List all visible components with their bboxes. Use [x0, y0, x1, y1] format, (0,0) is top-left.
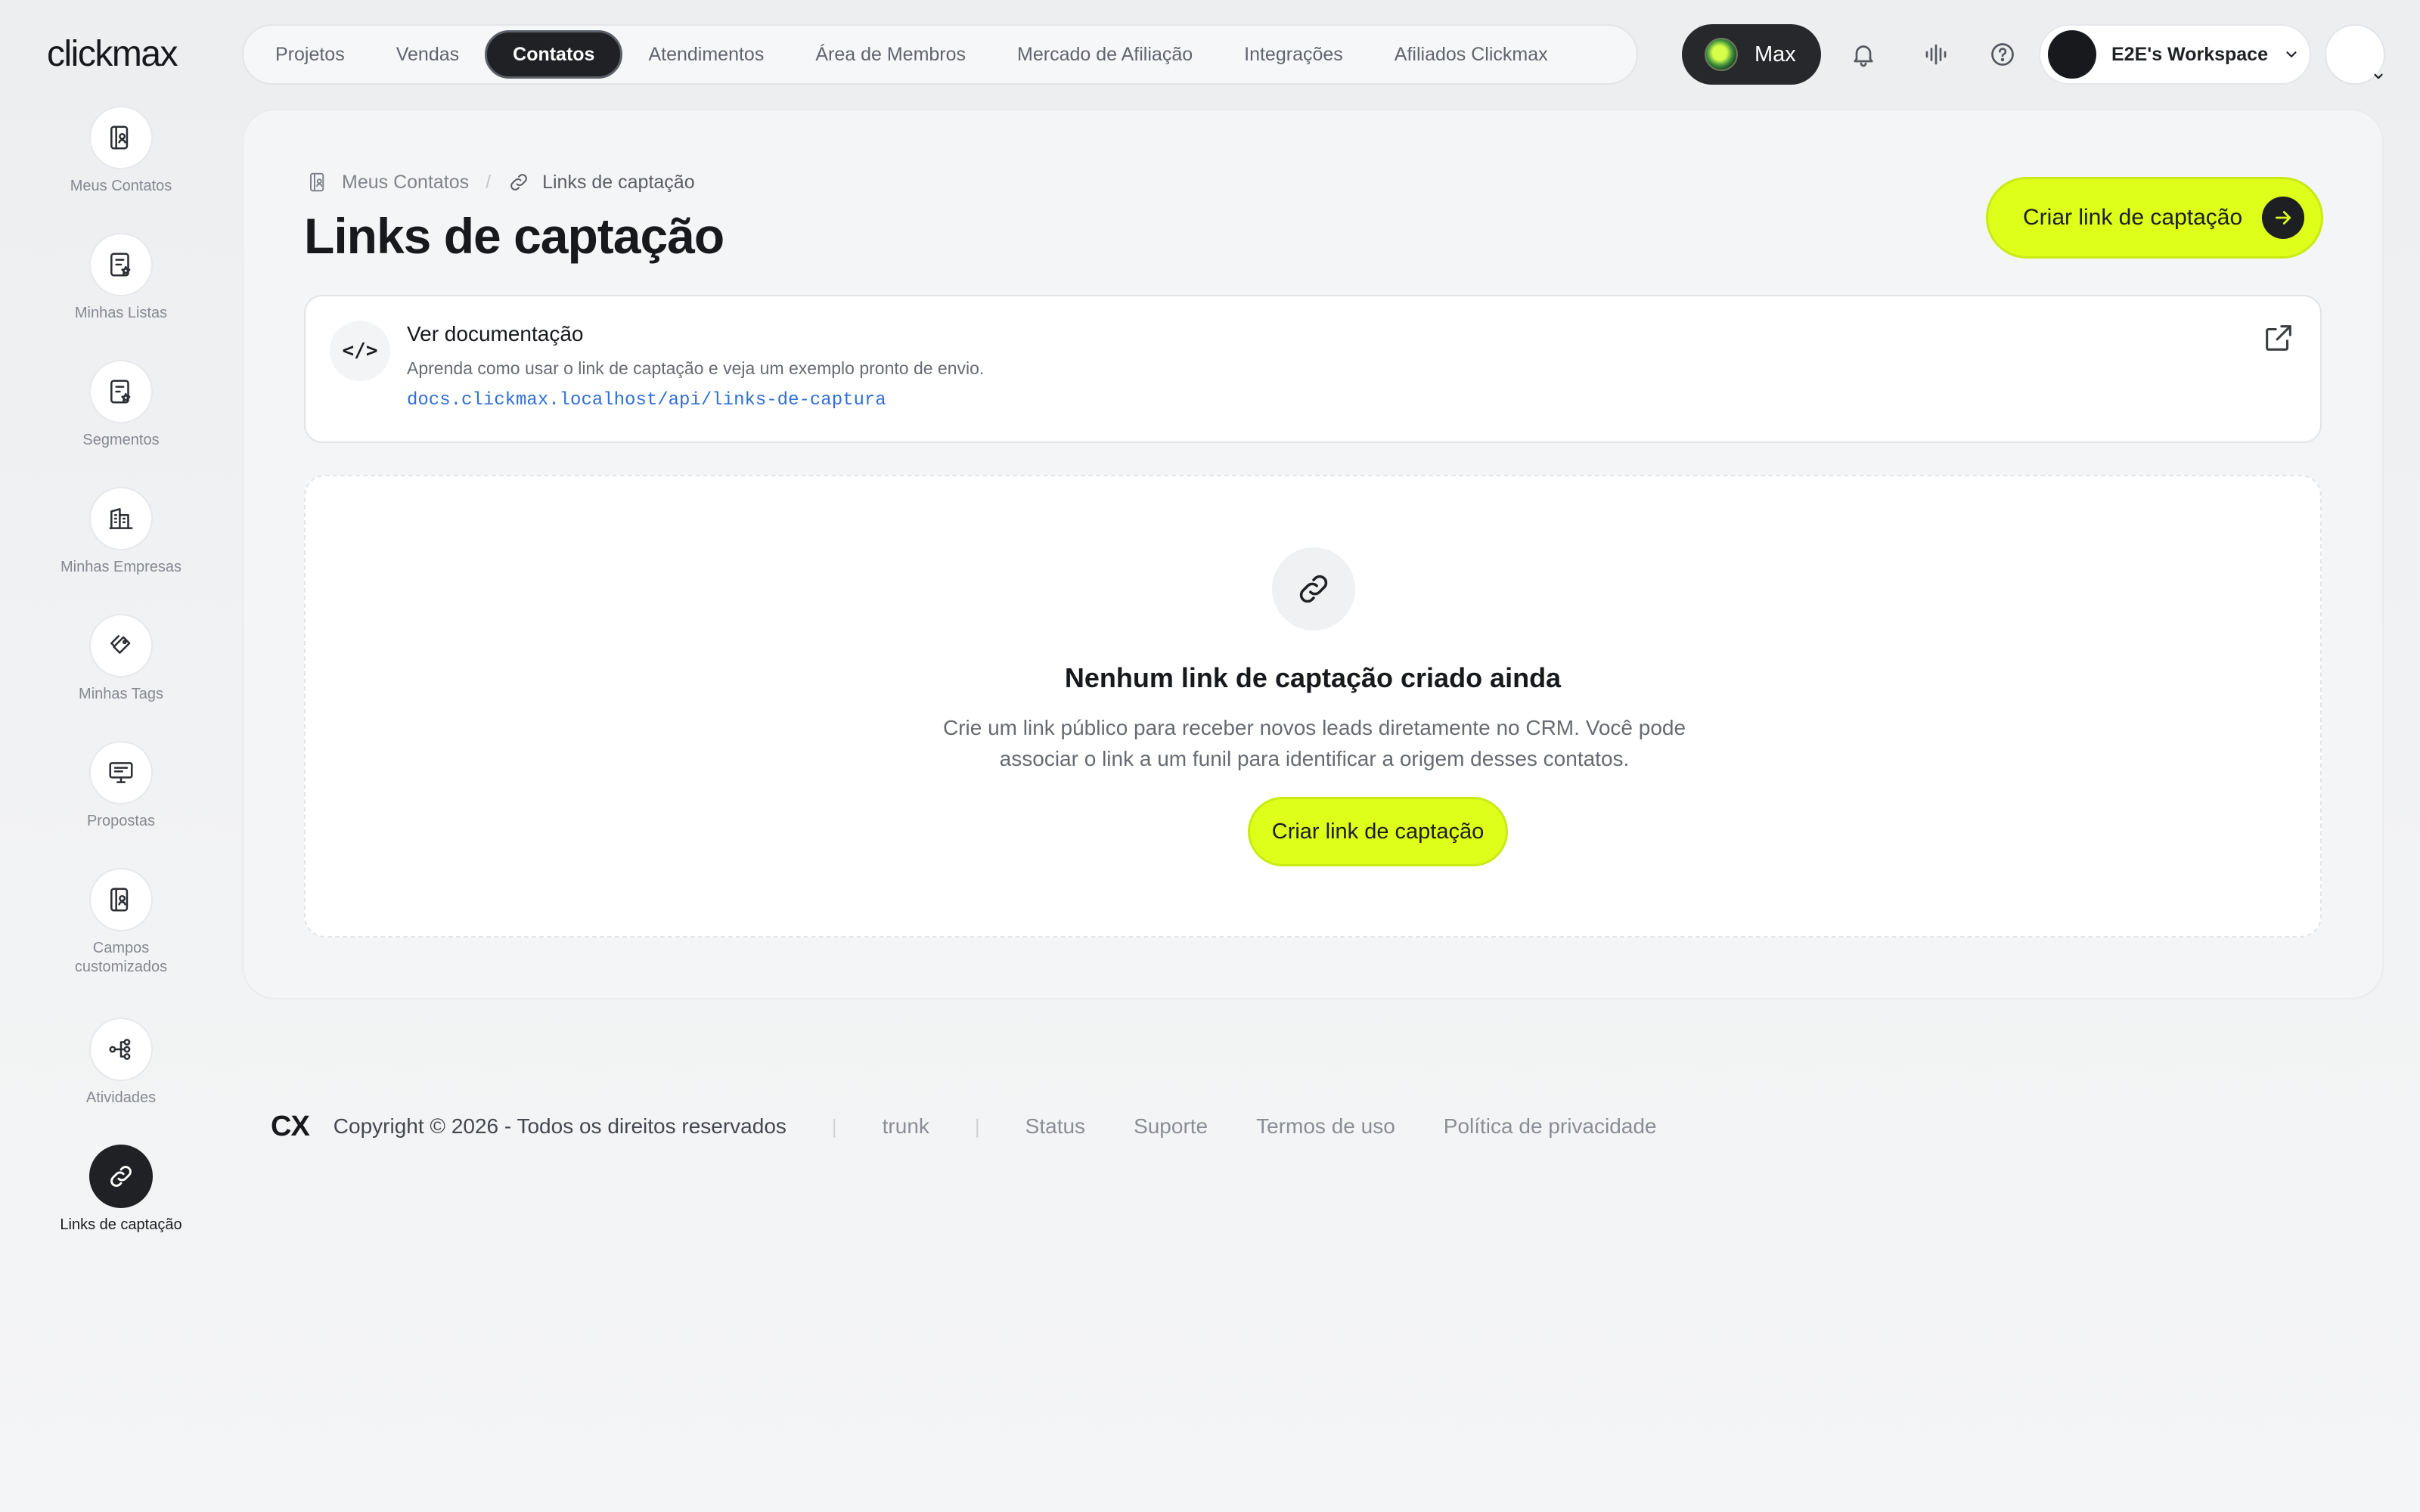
sidebar-item-label: Minhas Tags [79, 686, 163, 702]
sidebar-item-label: Meus Contatos [70, 178, 172, 194]
sidebar-item-label: Propostas [86, 813, 156, 829]
contacts-book-icon [89, 106, 153, 169]
bell-icon[interactable] [1847, 38, 1880, 71]
nav-item-vendas[interactable]: Vendas [371, 30, 485, 79]
footer-link-privacidade[interactable]: Política de privacidade [1444, 1114, 1657, 1139]
sidebar-item-minhas-empresas[interactable]: Minhas Empresas [0, 487, 242, 577]
nav-item-atendimentos[interactable]: Atendimentos [622, 30, 790, 79]
documentation-card[interactable]: </> Ver documentação Aprenda como usar o… [304, 295, 2322, 443]
tag-icon [89, 614, 153, 677]
segment-icon [89, 360, 153, 423]
empty-state: Nenhum link de captação criado ainda Cri… [304, 475, 2322, 937]
nav-item-integracoes[interactable]: Integrações [1218, 30, 1369, 79]
footer-logo: CX [271, 1110, 310, 1142]
main-panel: Meus Contatos / Links de captação Links … [242, 109, 2384, 999]
footer-divider: | [974, 1114, 980, 1138]
empty-state-title: Nenhum link de captação criado ainda [1064, 662, 1562, 693]
footer-link-suporte[interactable]: Suporte [1134, 1114, 1208, 1139]
workspace-switcher[interactable]: E2E's Workspace [2039, 24, 2311, 85]
sidebar-item-propostas[interactable]: Propostas [0, 741, 242, 831]
sidebar-item-label: Minhas Empresas [60, 559, 182, 575]
app-logo[interactable]: clickmax [47, 33, 178, 75]
sidebar-item-minhas-tags[interactable]: Minhas Tags [0, 614, 242, 704]
top-navigation: Projetos Vendas Contatos Atendimentos Ár… [242, 24, 1638, 85]
external-link-icon[interactable] [2261, 321, 2296, 359]
sidebar-item-label: Campos customizados [74, 940, 168, 975]
audio-wave-icon[interactable] [1919, 38, 1953, 71]
breadcrumb-parent[interactable]: Meus Contatos [342, 172, 469, 194]
sidebar-item-links-de-captacao[interactable]: Links de captação [0, 1145, 242, 1235]
sidebar-item-label: Atividades [85, 1089, 157, 1106]
max-orb-icon [1705, 38, 1738, 71]
link-icon [89, 1145, 153, 1208]
contacts-book-icon [310, 172, 324, 192]
footer-divider: | [831, 1114, 837, 1138]
nav-item-area-de-membros[interactable]: Área de Membros [790, 30, 991, 79]
footer-link-status[interactable]: Status [1025, 1114, 1085, 1139]
sidebar-item-label: Segmentos [82, 432, 160, 448]
footer: CX Copyright © 2026 - Todos os direitos … [271, 1110, 1705, 1143]
max-label: Max [1754, 42, 1796, 67]
create-link-button[interactable]: Criar link de captação [1986, 177, 2323, 259]
nav-item-contatos[interactable]: Contatos [485, 30, 623, 79]
max-assistant-button[interactable]: Max [1682, 24, 1821, 85]
sidebar-item-atividades[interactable]: Atividades [0, 1018, 242, 1108]
user-avatar[interactable] [2325, 24, 2385, 85]
sidebar-item-meus-contatos[interactable]: Meus Contatos [0, 106, 242, 196]
sidebar-item-minhas-listas[interactable]: Minhas Listas [0, 233, 242, 323]
link-icon [510, 174, 527, 191]
code-icon: </> [330, 321, 390, 381]
footer-version: trunk [882, 1114, 929, 1138]
documentation-url[interactable]: docs.clickmax.localhost/api/links-de-cap… [407, 390, 886, 411]
nav-item-afiliados-clickmax[interactable]: Afiliados Clickmax [1369, 30, 1574, 79]
arrow-right-icon [2262, 197, 2305, 239]
activity-flow-icon [89, 1018, 153, 1081]
breadcrumb-current: Links de captação [542, 171, 695, 193]
documentation-title: Ver documentação [407, 322, 584, 345]
list-star-icon [89, 233, 153, 296]
breadcrumb: Meus Contatos / Links de captação [307, 171, 695, 194]
building-icon [89, 487, 153, 550]
page-title: Links de captação [304, 208, 724, 264]
sidebar-item-campos-customizados[interactable]: Campos customizados [0, 868, 242, 977]
create-link-button-label: Criar link de captação [2023, 205, 2243, 230]
footer-link-termos[interactable]: Termos de uso [1256, 1114, 1395, 1139]
sidebar-item-label: Links de captação [60, 1216, 182, 1233]
empty-state-create-link-button[interactable]: Criar link de captação [1248, 797, 1508, 866]
breadcrumb-separator: / [486, 171, 492, 193]
custom-fields-icon [89, 868, 153, 931]
workspace-avatar [2048, 30, 2096, 79]
empty-state-description: Crie um link público para receber novos … [942, 716, 1686, 770]
nav-item-mercado-de-afiliacao[interactable]: Mercado de Afiliação [991, 30, 1218, 79]
workspace-name: E2E's Workspace [2111, 43, 2268, 65]
presentation-icon [89, 741, 153, 804]
chevron-down-icon [2286, 51, 2297, 57]
documentation-description: Aprenda como usar o link de captação e v… [407, 358, 985, 378]
link-icon [1272, 547, 1355, 631]
chevron-down-icon [2374, 73, 2383, 79]
sidebar-item-segmentos[interactable]: Segmentos [0, 360, 242, 450]
nav-item-projetos[interactable]: Projetos [250, 30, 371, 79]
help-icon[interactable] [1986, 38, 2019, 71]
sidebar-item-label: Minhas Listas [74, 305, 168, 321]
footer-copyright: Copyright © 2026 - Todos os direitos res… [333, 1114, 786, 1138]
